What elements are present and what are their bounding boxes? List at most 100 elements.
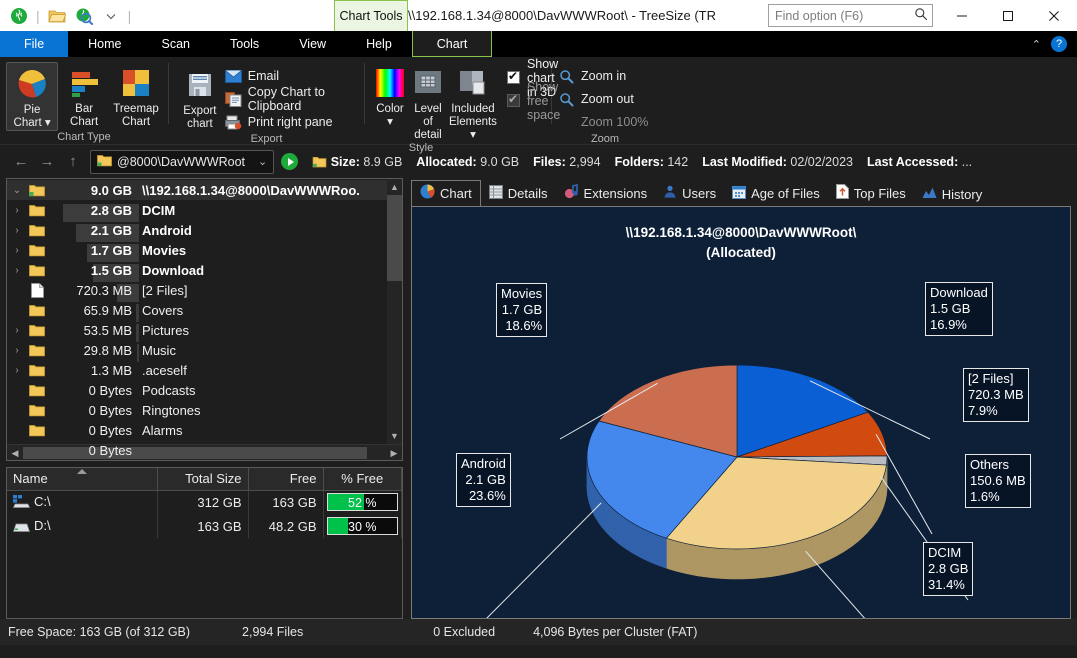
tree-row[interactable]: 0 BytesPodcasts bbox=[7, 380, 402, 400]
print-right-pane-button[interactable]: Print right pane bbox=[225, 111, 358, 133]
tree-row[interactable]: ›1.5 GBDownload bbox=[7, 260, 402, 280]
ribbon-tab-help[interactable]: Help bbox=[346, 31, 412, 57]
tab-label: History bbox=[942, 187, 982, 202]
tab-history[interactable]: History bbox=[914, 183, 990, 206]
copy-chart-button[interactable]: Copy Chart to Clipboard bbox=[225, 88, 358, 110]
ribbon-tab-file[interactable]: File bbox=[0, 31, 68, 57]
tab-top-files[interactable]: Top Files bbox=[828, 181, 914, 206]
tree-row[interactable]: ›29.8 MBMusic bbox=[7, 340, 402, 360]
column-header-free[interactable]: Free bbox=[248, 468, 323, 490]
size-label: Size: bbox=[331, 155, 360, 169]
column-header-name[interactable]: Name bbox=[7, 468, 157, 490]
expand-arrow-icon[interactable]: › bbox=[7, 365, 27, 376]
directory-tree[interactable]: ⌄9.0 GB\\192.168.1.34@8000\DavWWWRoo.›2.… bbox=[6, 178, 403, 461]
pie-label-2-files: [2 Files]720.3 MB7.9% bbox=[963, 368, 1029, 422]
tree-scroll-thumb[interactable] bbox=[387, 195, 402, 281]
chart-panel[interactable]: \\192.168.1.34@8000\DavWWWRoot\(Allocate… bbox=[411, 206, 1071, 619]
scan-icon[interactable] bbox=[74, 6, 94, 26]
tree-horizontal-scrollbar[interactable]: ◀ ▶ bbox=[7, 444, 402, 460]
minimize-button[interactable] bbox=[939, 0, 985, 31]
scroll-left-icon[interactable]: ◀ bbox=[7, 445, 23, 461]
expand-arrow-icon[interactable]: › bbox=[7, 325, 27, 336]
go-button[interactable] bbox=[281, 153, 298, 170]
tree-row[interactable]: ›1.7 GBMovies bbox=[7, 240, 402, 260]
tree-row[interactable]: 65.9 MBCovers bbox=[7, 300, 402, 320]
ribbon-tab-view[interactable]: View bbox=[279, 31, 346, 57]
tree-row[interactable]: ›53.5 MBPictures bbox=[7, 320, 402, 340]
bar-chart-button[interactable]: BarChart bbox=[58, 62, 110, 129]
scroll-down-icon[interactable]: ▼ bbox=[387, 428, 402, 444]
expand-arrow-icon[interactable]: › bbox=[7, 225, 27, 236]
export-chart-button[interactable]: Exportchart bbox=[175, 64, 225, 131]
treemap-chart-icon bbox=[119, 66, 153, 100]
last-accessed-label: Last Accessed: bbox=[867, 155, 958, 169]
column-header-pct-free[interactable]: % Free bbox=[323, 468, 402, 490]
ribbon-tab-tools[interactable]: Tools bbox=[210, 31, 279, 57]
zoom-out-button[interactable]: Zoom out bbox=[558, 88, 634, 110]
tree-vertical-scrollbar[interactable]: ▲ ▼ bbox=[387, 179, 402, 460]
chevron-down-icon[interactable]: ⌄ bbox=[258, 155, 267, 168]
tree-row[interactable]: ›2.8 GBDCIM bbox=[7, 200, 402, 220]
expand-arrow-icon[interactable]: › bbox=[7, 265, 27, 276]
tree-row[interactable]: ›1.3 MB.aceself bbox=[7, 360, 402, 380]
tab-label: Top Files bbox=[854, 186, 906, 201]
ribbon-group-style: Color▾ Level ofdetail bbox=[365, 57, 551, 144]
back-button[interactable]: ← bbox=[8, 153, 34, 170]
tree-row-size: 2.1 GB bbox=[47, 223, 139, 238]
pie-chart-button[interactable]: PieChart ▾ bbox=[6, 62, 58, 131]
tree-row-name: Ringtones bbox=[139, 403, 201, 418]
qat-dropdown-icon[interactable] bbox=[101, 6, 121, 26]
ribbon-tab-home[interactable]: Home bbox=[68, 31, 141, 57]
tree-hscroll-thumb[interactable] bbox=[23, 447, 367, 459]
last-modified-info: Last Modified: 02/02/2023 bbox=[702, 155, 853, 169]
tab-details[interactable]: Details bbox=[481, 182, 556, 206]
path-input[interactable]: @8000\DavWWWRoot ⌄ bbox=[90, 150, 274, 174]
tree-row[interactable]: 720.3 MB[2 Files] bbox=[7, 280, 402, 300]
level-of-detail-button[interactable]: Level ofdetail bbox=[409, 62, 447, 142]
size-bar bbox=[137, 344, 139, 362]
tree-row-root[interactable]: ⌄9.0 GB\\192.168.1.34@8000\DavWWWRoo. bbox=[7, 180, 402, 200]
table-row[interactable]: C:\312 GB163 GB52 % bbox=[7, 490, 402, 514]
tab-chart[interactable]: Chart bbox=[411, 180, 481, 206]
treemap-chart-button[interactable]: TreemapChart bbox=[110, 62, 162, 129]
folders-value: 142 bbox=[667, 155, 688, 169]
forward-button[interactable]: → bbox=[34, 153, 60, 170]
tab-extensions[interactable]: Extensions bbox=[556, 181, 656, 206]
scroll-up-icon[interactable]: ▲ bbox=[387, 179, 402, 195]
tab-age-of-files[interactable]: Age of Files bbox=[724, 182, 828, 206]
drives-table[interactable]: Name Total Size Free % Free C:\312 GB163… bbox=[6, 467, 403, 619]
tree-row[interactable]: 0 BytesAlarms bbox=[7, 420, 402, 440]
ribbon-tab-chart[interactable]: Chart bbox=[412, 31, 493, 57]
collapse-arrow-icon[interactable]: ⌄ bbox=[7, 185, 27, 196]
help-icon[interactable]: ? bbox=[1051, 36, 1067, 52]
folder-icon bbox=[27, 304, 47, 317]
tree-row[interactable]: ›2.1 GBAndroid bbox=[7, 220, 402, 240]
top-files-icon bbox=[836, 184, 849, 202]
folders-info: Folders: 142 bbox=[615, 155, 689, 169]
ribbon-group-label-zoom: Zoom bbox=[552, 133, 658, 148]
zoom-100-button[interactable]: Zoom 100% bbox=[558, 111, 648, 133]
expand-arrow-icon[interactable]: › bbox=[7, 345, 27, 356]
email-button[interactable]: Email bbox=[225, 65, 358, 87]
tree-row-name: Movies bbox=[139, 243, 186, 258]
up-button[interactable]: ↑ bbox=[60, 153, 86, 170]
included-elements-button[interactable]: IncludedElements ▾ bbox=[447, 62, 499, 142]
tree-row[interactable]: 0 BytesRingtones bbox=[7, 400, 402, 420]
maximize-button[interactable] bbox=[985, 0, 1031, 31]
expand-arrow-icon[interactable]: › bbox=[7, 205, 27, 216]
pie-label-percent: 7.9% bbox=[968, 403, 1024, 419]
find-option-input[interactable]: Find option (F6) bbox=[768, 4, 933, 27]
expand-arrow-icon[interactable]: › bbox=[7, 245, 27, 256]
scroll-right-icon[interactable]: ▶ bbox=[386, 445, 402, 461]
open-folder-icon[interactable] bbox=[47, 6, 67, 26]
table-row[interactable]: D:\163 GB48.2 GB30 % bbox=[7, 514, 402, 538]
column-header-total-size[interactable]: Total Size bbox=[157, 468, 248, 490]
color-button[interactable]: Color▾ bbox=[371, 62, 409, 129]
zoom-in-button[interactable]: Zoom in bbox=[558, 65, 626, 87]
close-button[interactable] bbox=[1031, 0, 1077, 31]
collapse-ribbon-icon[interactable]: ⌃ bbox=[1032, 38, 1041, 51]
ribbon-group-label-chart-type: Chart Type bbox=[0, 131, 168, 146]
ribbon-tab-scan[interactable]: Scan bbox=[142, 31, 211, 57]
tab-users[interactable]: Users bbox=[655, 182, 724, 206]
treesize-icon[interactable] bbox=[9, 6, 29, 26]
